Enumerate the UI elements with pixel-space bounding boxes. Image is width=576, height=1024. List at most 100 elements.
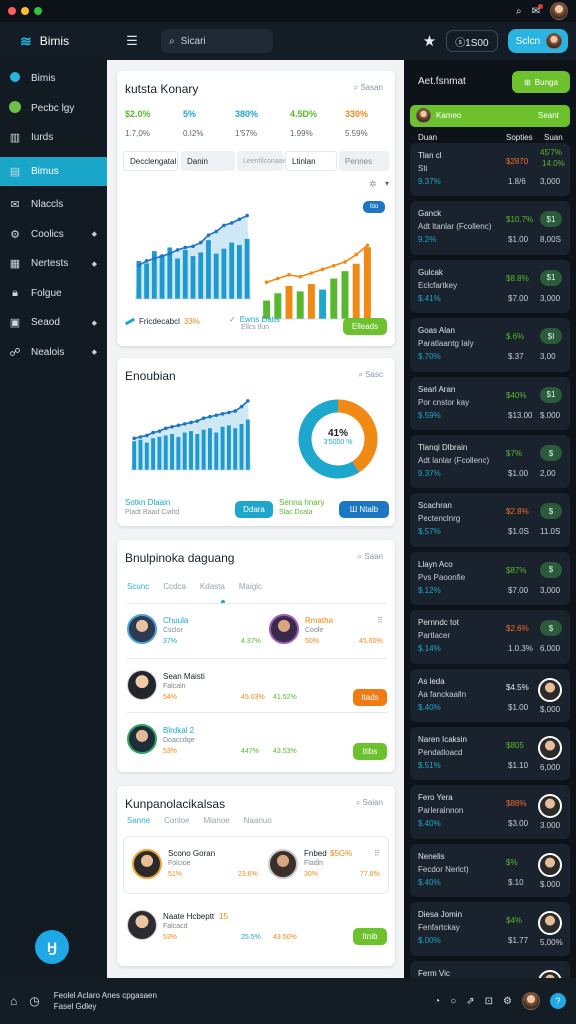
stock-card[interactable]: Scachran Pectenclnrg $.57% $2.8% $1.0S $11.0S [410, 493, 570, 547]
tab-maiglc[interactable]: Maiglc [239, 582, 262, 591]
home-icon[interactable]: ⌂ [10, 994, 17, 1008]
card-search[interactable]: ⌕ Saian [356, 798, 383, 808]
primary-cta-button[interactable]: Sclcn [507, 29, 568, 53]
kpi-sub: 5.59% [345, 129, 368, 138]
stock-card[interactable]: Ganck Adt ltanlar (Fcollenc) 9.2% $10.7% $1.… [410, 201, 570, 255]
card-search[interactable]: ⌕ Sasc [359, 370, 384, 380]
active-row[interactable]: Kameo Seant [410, 105, 570, 127]
tab-conloe[interactable]: Conloe [164, 816, 189, 825]
stock-name: Searl Aran [418, 384, 456, 394]
sidebar-item-nealois[interactable]: ☍ Nealois ◆ [0, 338, 107, 368]
tab-scunc[interactable]: Scunc [127, 582, 149, 591]
more-icon[interactable]: ⠿ [377, 616, 383, 625]
compass-icon[interactable]: ◔ [434, 996, 440, 1007]
stock-card[interactable]: Diesa Jomin Fenfartckay $.00% $4% $1.77 5,00% [410, 902, 570, 956]
sidebar-item-coolics[interactable]: ⚙ Coolics ◆ [0, 220, 107, 250]
sidebar-item-bimis[interactable]: Bimis [0, 64, 107, 94]
search-input[interactable]: ⌕ Sicari [161, 29, 273, 53]
data-button[interactable]: Ddara [235, 501, 273, 518]
stock-card[interactable]: Tlanqi Dlbrain Adt lanlar (Fcollenc) 9.37%… [410, 435, 570, 489]
sidebar-item-nlaccls[interactable]: ✉ Nlaccls [0, 190, 107, 220]
person-pct: $5G% [330, 849, 353, 858]
send-icon[interactable]: ⇗ [466, 996, 474, 1007]
stock-price: $805 [506, 741, 524, 750]
row-value: 43.50% [273, 934, 297, 941]
sidebar-item-nertests[interactable]: ▦ Nertests ◆ [0, 249, 107, 279]
star-icon[interactable]: ★ [423, 32, 436, 50]
sidebar-item-pecbc[interactable]: Pecbc lgy [0, 94, 107, 124]
tab-kdasta[interactable]: Kdasta [200, 582, 225, 591]
sidebar-item-seaod[interactable]: ▣ Seaod ◆ [0, 308, 107, 338]
clock-icon[interactable]: ◷ [29, 994, 39, 1008]
table-row[interactable]: Chuula Csclor 37% Rmatha Coole 50% 4.37%… [127, 610, 387, 652]
bar [138, 439, 143, 470]
search-icon[interactable]: ⌕ [516, 6, 522, 17]
person-name: Blrdkal 2 [163, 726, 195, 735]
stock-card[interactable]: Pernndc tot Partlacer $.14% $2.6% 1.0.3% $6,0… [410, 610, 570, 664]
settings-icon[interactable]: ⚙ [503, 996, 512, 1007]
sidebar-item-bimus[interactable]: ▤ Bimus [0, 156, 107, 186]
circle-icon[interactable]: ○ [450, 996, 456, 1007]
table-row[interactable]: Naate Hcbeptt 15 Falcacd 53% 25.5% 43.50… [127, 906, 387, 948]
stock-card[interactable]: As leda Aa fanckaalln $.40% $4.5% $1.00 $,000 [410, 668, 570, 722]
menu-icon[interactable]: ☰ [119, 33, 145, 49]
person-pct: 53% [163, 934, 178, 941]
stock-price: $40% [506, 390, 527, 400]
table-row[interactable]: Blrdkal 2 Doaccdqe 53% 447% 43.53% Itibs [127, 720, 387, 762]
doc-icon: ▤ [9, 165, 21, 178]
card-search[interactable]: ⌕ Saan [358, 552, 383, 562]
stock-value: 1.0.3% [508, 644, 533, 654]
stock-card[interactable]: Gulcak Eclcfartkey $.41% $8.8% $7.00 $1 3,000 [410, 259, 570, 314]
stock-card[interactable]: Llayn Aco Pvs Paoonfie $.12% $87% $7.00 $3,00… [410, 551, 570, 606]
maximize-window-button[interactable] [34, 7, 42, 15]
table-button[interactable]: Ш Ntalb [339, 501, 389, 518]
tab-mianoe[interactable]: Mianoe [204, 816, 230, 825]
table-row[interactable]: Sean Maisti Falcaln 54% 45.03% 41.52% It… [127, 666, 387, 708]
stock-card[interactable]: Naren Icaksin Pendatloacd $.51% $805 $1.10 6,… [410, 727, 570, 781]
sidebar-item-iurds[interactable]: ▥ Iurds [0, 123, 107, 153]
sidebar-item-folgue[interactable]: 🔒︎ Folgue [0, 279, 107, 309]
details-button[interactable]: Elleads [343, 318, 387, 335]
tab-sanne[interactable]: Sanne [127, 816, 150, 825]
minimize-window-button[interactable] [21, 7, 29, 15]
segment-3[interactable]: Leenfilconaaer [237, 151, 289, 171]
panel-header-button[interactable]: ⊞ Bunga [512, 71, 570, 93]
segment-5[interactable]: Pennes [339, 151, 389, 171]
person-pct: 50% [305, 638, 320, 645]
more-icon[interactable]: ⠿ [374, 849, 380, 858]
row-action-button[interactable]: Itads [353, 689, 387, 706]
segment-2[interactable]: Danin [181, 151, 235, 171]
segment-4[interactable]: Ltinlan [285, 151, 337, 171]
bar [352, 263, 360, 319]
bar [190, 256, 196, 299]
stock-card[interactable]: Goas Alan Paratlaantg Ialy $.70% $.6% $.37 $I… [410, 318, 570, 372]
balance-chip[interactable]: ⓢ1S00 [446, 30, 498, 52]
row-action-button[interactable]: Itibs [353, 743, 387, 760]
row-action-button[interactable]: Itnib [353, 928, 387, 945]
stock-card[interactable]: Tlan cl Sti 9.37% $2870 1.8/6 45'7% 14.0% 3,000 [410, 143, 570, 197]
stock-card[interactable]: Searl Aran Por cnstor kay $.59% $40% $13.00 $… [410, 376, 570, 430]
segment-1[interactable]: Decclengatal [123, 151, 178, 171]
expand-icon[interactable]: ✲ [369, 179, 377, 190]
notification-icon[interactable]: ✉ [532, 3, 543, 17]
tab-naanuo[interactable]: Naanuo [244, 816, 272, 825]
user-avatar[interactable] [550, 2, 568, 20]
tab-ccdca[interactable]: Ccdca [163, 582, 186, 591]
close-window-button[interactable] [8, 7, 16, 15]
floating-action-button[interactable]: Ӈ [35, 930, 69, 964]
card-search[interactable]: ⌕ Sasan [354, 83, 383, 93]
user-avatar[interactable] [522, 992, 540, 1010]
help-icon[interactable]: ? [550, 993, 566, 1009]
chart-badge[interactable]: fdo [363, 201, 385, 213]
row-value: 45.03% [241, 694, 265, 701]
trend-line [266, 244, 368, 283]
row-label: Kameo [436, 111, 462, 120]
chevron-down-icon[interactable]: ▾ [385, 179, 389, 188]
stock-card[interactable]: Nenelis Fecdor Nerlct) $.40% $% $.10 $.000 [410, 843, 570, 898]
grid-icon[interactable]: ⊡ [485, 996, 493, 1007]
stock-card[interactable]: Fero Yera Parleralnnon $.40% $88% $3.00 3.000 [410, 785, 570, 839]
brand[interactable]: ≋ Bimis [0, 33, 107, 50]
stock-card[interactable]: Ferm Vic [410, 960, 570, 978]
highlight-row[interactable]: Scono Goran Folcioe 51% 23.6% Fnbed $5G%… [123, 836, 389, 894]
stock-value: $.10 [508, 877, 524, 887]
